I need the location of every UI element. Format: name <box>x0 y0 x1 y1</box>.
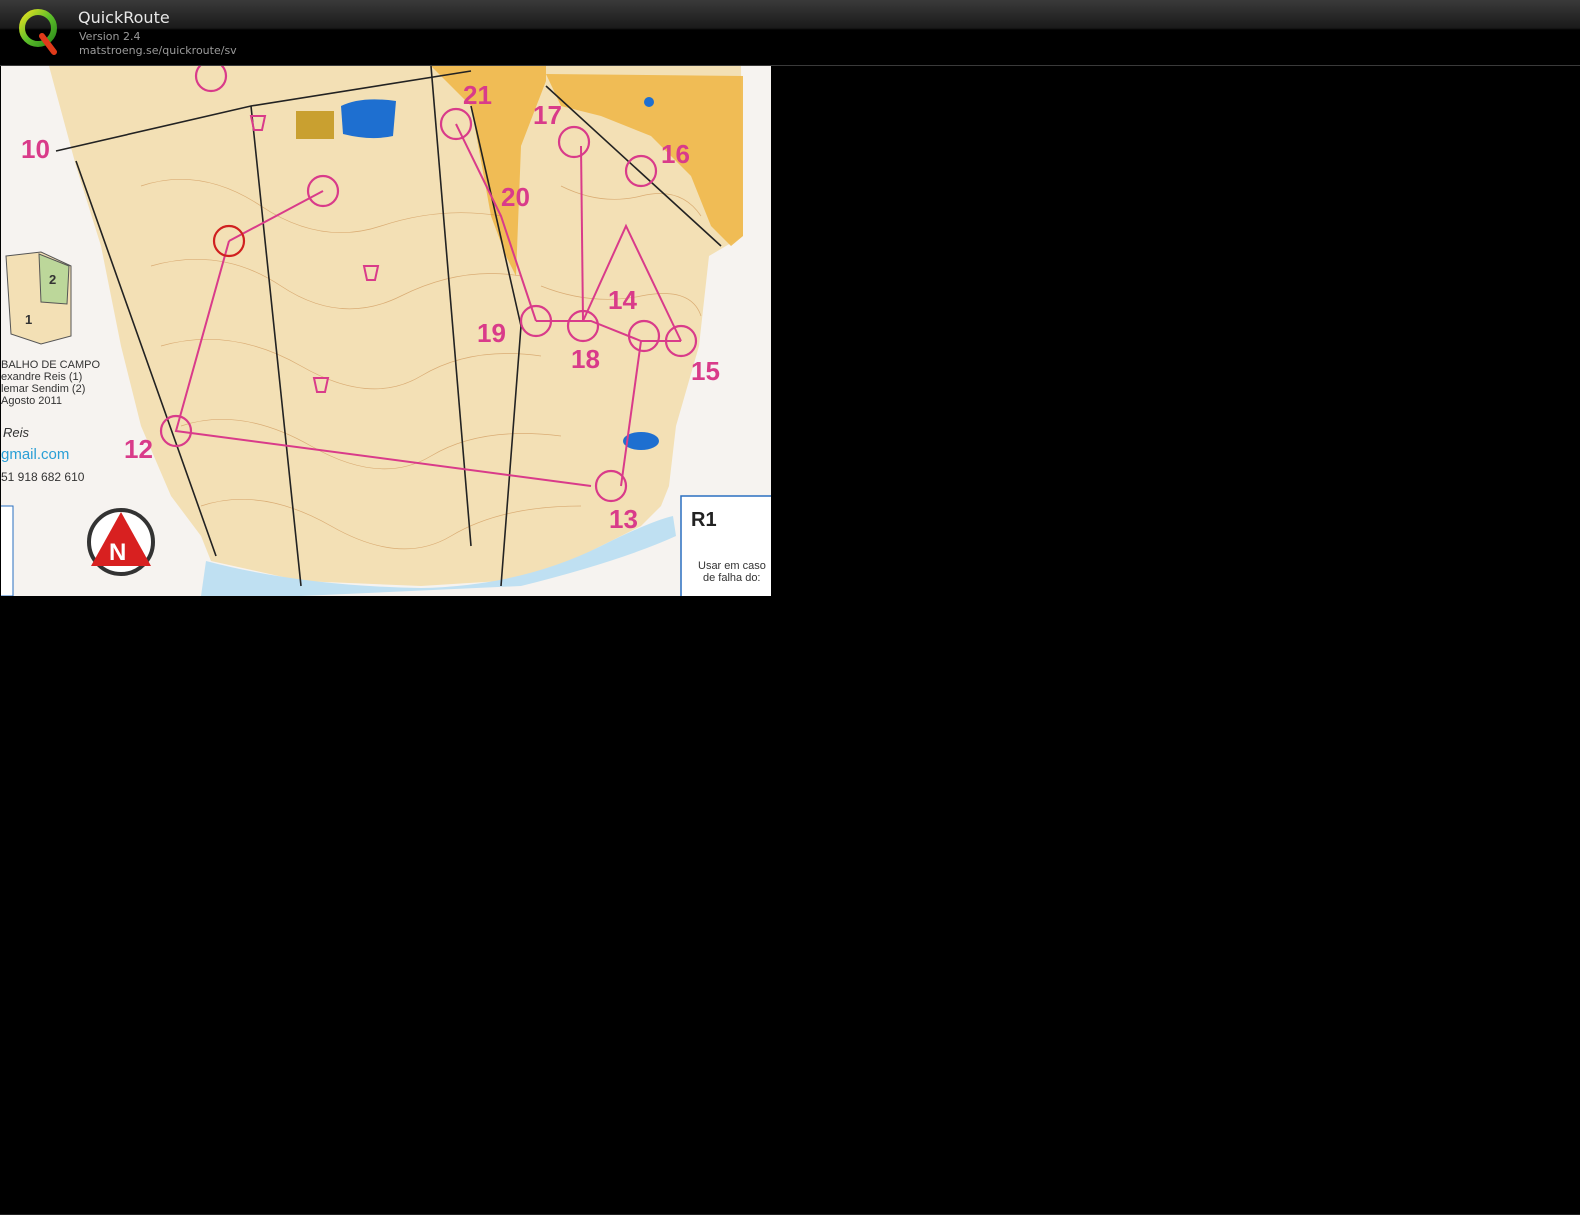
control-number: 14 <box>608 285 637 315</box>
author-phone: 51 918 682 610 <box>1 470 85 484</box>
quickroute-logo-icon <box>19 9 57 55</box>
app-url[interactable]: matstroeng.se/quickroute/sv <box>79 44 237 57</box>
inset-label: 1 <box>25 312 32 327</box>
credit-line: lemar Sendim (2) <box>1 383 85 395</box>
north-arrow-icon: N <box>87 508 155 576</box>
app-title: QuickRoute <box>78 8 170 27</box>
control-number: 20 <box>501 182 530 212</box>
control-number: 19 <box>477 318 506 348</box>
legend-code: R1 <box>691 509 717 531</box>
credit-line: exandre Reis (1) <box>1 371 82 383</box>
control-number: 12 <box>124 434 153 464</box>
control-number: 10 <box>21 134 50 164</box>
map-canvas: 10 12 13 14 15 16 17 18 19 20 21 2 1 BAL… <box>1 66 771 596</box>
title-bar: QuickRoute Version 2.4 matstroeng.se/qui… <box>0 0 1580 66</box>
orienteering-map[interactable]: 10 12 13 14 15 16 17 18 19 20 21 2 1 BAL… <box>1 66 771 596</box>
control-number: 15 <box>691 356 720 386</box>
app-version: Version 2.4 <box>79 30 141 43</box>
author-email: gmail.com <box>1 446 69 463</box>
legend-note: de falha do: <box>703 572 761 584</box>
north-letter: N <box>109 539 126 566</box>
credit-line: BALHO DE CAMPO <box>1 359 100 371</box>
legend-note: Usar em caso <box>698 560 766 572</box>
control-number: 21 <box>463 80 492 110</box>
credit-line: Agosto 2011 <box>1 395 62 407</box>
control-number: 13 <box>609 504 638 534</box>
control-number: 16 <box>661 139 690 169</box>
control-number: 18 <box>571 344 600 374</box>
author-name: Reis <box>3 425 30 440</box>
legend-box: R1 Usar em caso de falha do: <box>680 495 771 596</box>
inset-map: 2 1 <box>5 251 72 345</box>
inset-label: 2 <box>49 272 56 287</box>
control-number: 17 <box>533 100 562 130</box>
